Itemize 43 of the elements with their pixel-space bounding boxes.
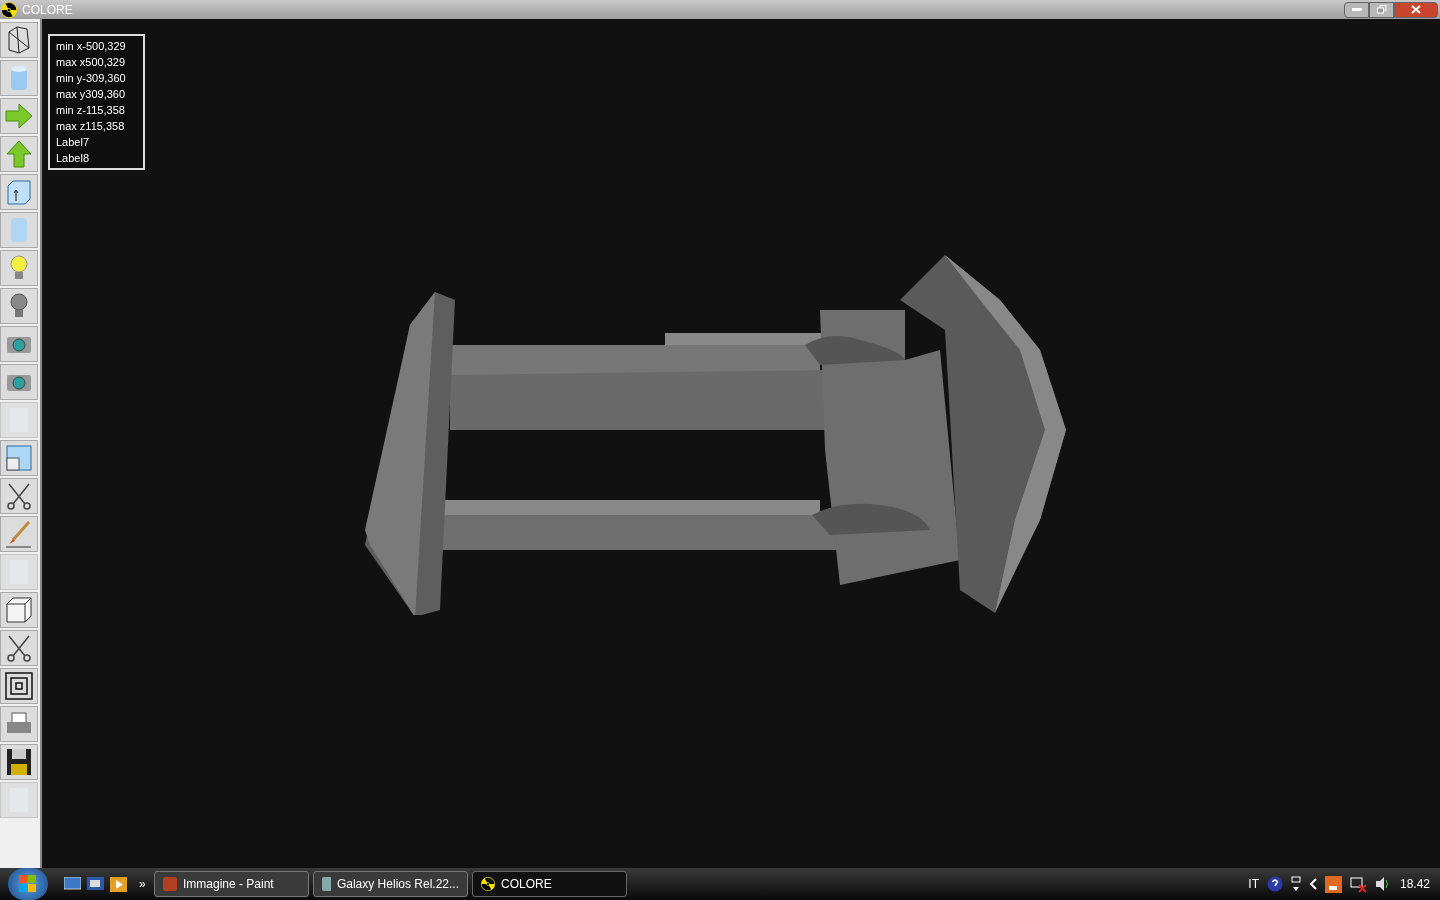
taskbar-task[interactable]: COLORE [472, 871, 627, 897]
info-label: min x-500,329 [56, 39, 127, 54]
taskbar-task[interactable]: Galaxy Helios Rel.22... [313, 871, 468, 897]
minimize-icon [1351, 8, 1362, 11]
play-icon[interactable] [110, 876, 127, 892]
window-icon [3, 442, 35, 474]
app-icon [322, 877, 331, 891]
up-arrow-icon [3, 138, 35, 170]
restore-icon [1376, 5, 1387, 14]
desktop-icon[interactable] [64, 876, 81, 891]
info-label: max y309,360 [56, 87, 127, 102]
network-error-icon[interactable] [1349, 875, 1367, 893]
info-label: Label7 [56, 135, 91, 150]
overflow-chevron[interactable]: » [139, 875, 151, 893]
toolbar-button[interactable] [0, 22, 38, 58]
radiation-icon [481, 877, 495, 891]
info-label: Label8 [56, 151, 91, 166]
start-button[interactable] [8, 868, 48, 900]
language-indicator[interactable]: IT [1248, 875, 1259, 893]
info-label: max z115,358 [56, 119, 126, 134]
window-title: COLORE [22, 1, 73, 19]
app-icon [163, 877, 177, 891]
right-arrow-icon [3, 100, 35, 132]
toolbar-button[interactable] [0, 630, 38, 666]
concentric-squares-icon [3, 670, 35, 702]
toolbar-button[interactable] [0, 744, 38, 780]
radiation-icon [1, 1, 17, 18]
cube-icon [3, 594, 35, 626]
java-cup-icon[interactable] [1324, 875, 1342, 893]
toolbar-button[interactable] [0, 668, 38, 704]
info-label: max x500,329 [56, 55, 127, 70]
taskbar-task[interactable]: Immagine - Paint [154, 871, 309, 897]
clock: 18.42 [1399, 876, 1430, 893]
minimize-button[interactable] [1344, 1, 1369, 18]
info-label: min y-309,360 [56, 71, 127, 86]
windows-logo-icon [19, 875, 37, 893]
toolbar-button[interactable] [0, 478, 38, 514]
help-icon[interactable] [1266, 876, 1283, 892]
chevron-left-icon[interactable] [1308, 878, 1317, 890]
info-label: min z-115,358 [56, 103, 126, 118]
close-icon [1411, 5, 1421, 14]
restore-button[interactable] [1369, 1, 1394, 18]
close-button[interactable] [1394, 1, 1438, 18]
